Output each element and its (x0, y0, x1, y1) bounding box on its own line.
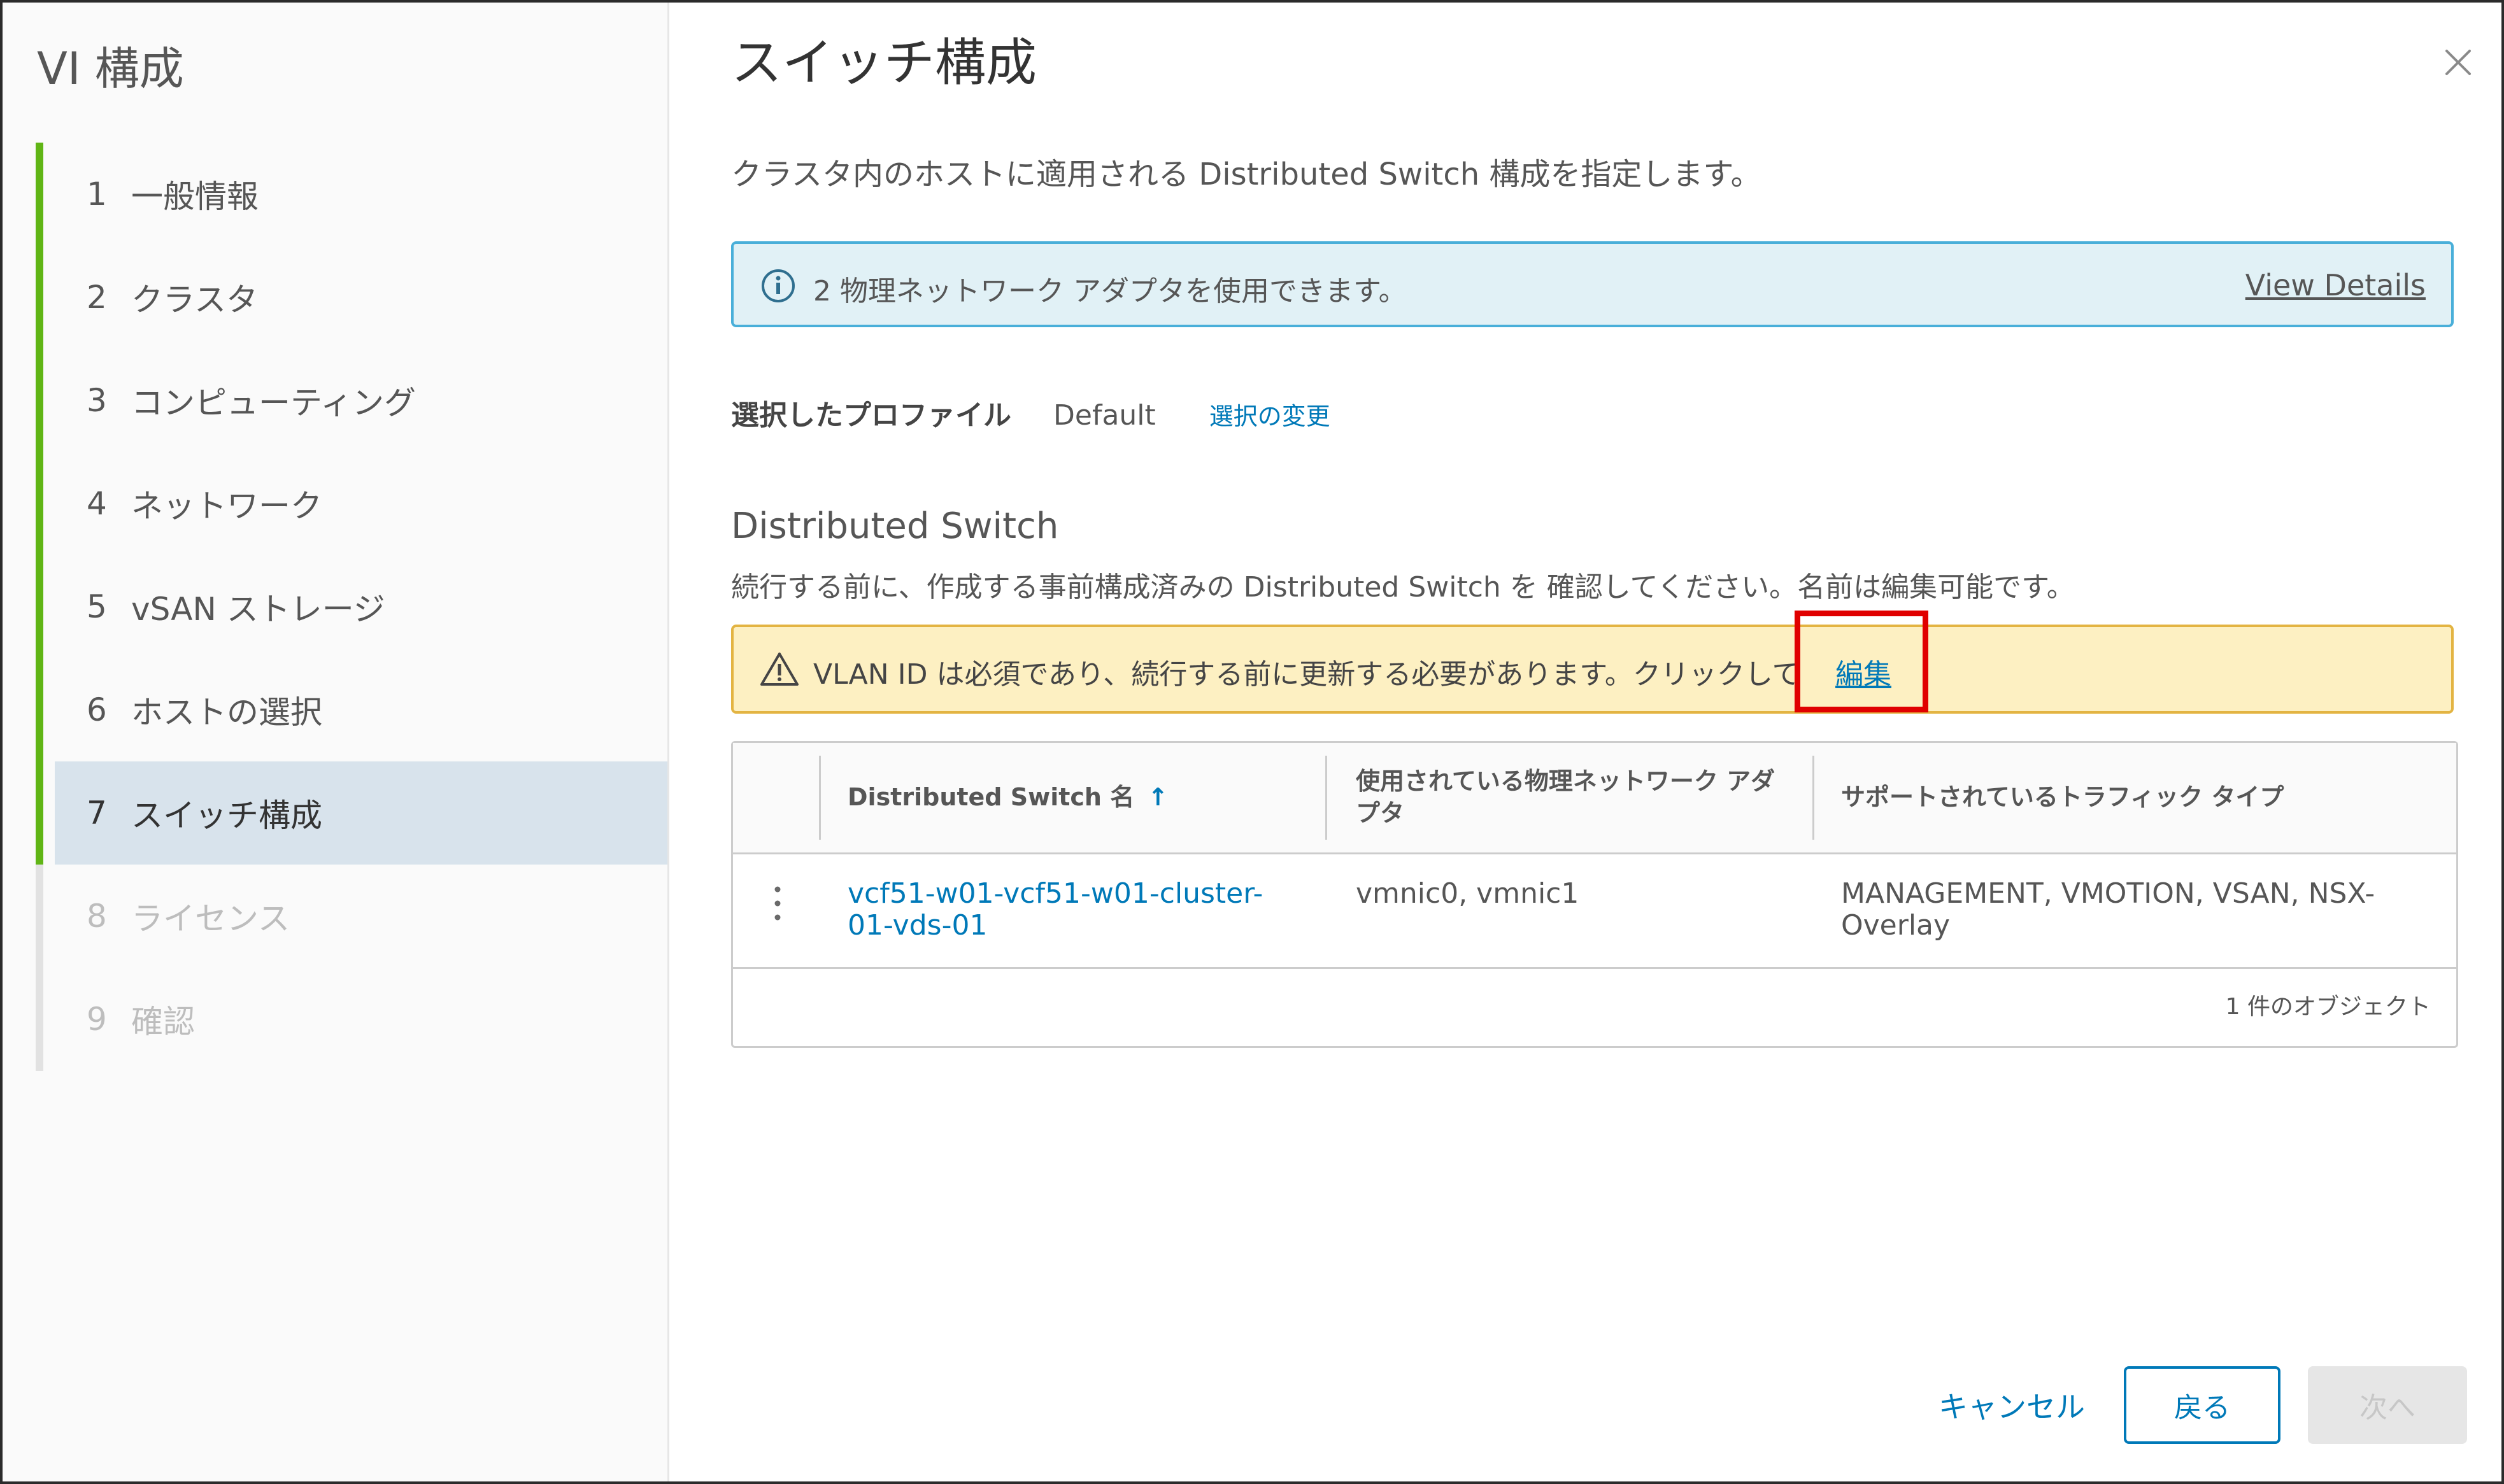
step-label: クラスタ (131, 281, 258, 318)
step-label: ネットワーク (131, 488, 322, 525)
sort-ascending-icon: ↑ (1148, 783, 1169, 811)
next-button: 次へ (2308, 1366, 2467, 1444)
warning-icon (760, 653, 799, 686)
step-compute[interactable]: 3 コンピューティング (36, 349, 667, 452)
info-banner-text: 2 物理ネットワーク アダプタを使用できます。 (813, 275, 1407, 307)
profile-row: 選択したプロファイル Default 選択の変更 (731, 392, 1330, 433)
step-progress-rail (36, 246, 43, 349)
step-label: 確認 (131, 1003, 195, 1040)
section-title: Distributed Switch (731, 505, 1059, 547)
step-progress-rail (36, 452, 43, 555)
step-switch-config[interactable]: 7 スイッチ構成 (36, 761, 667, 865)
step-review: 9 確認 (36, 968, 667, 1071)
warning-banner: VLAN ID は必須であり、続行する前に更新する必要があります。クリックして … (731, 625, 2454, 714)
step-number: 9 (87, 1001, 107, 1038)
distributed-switch-grid: Distributed Switch 名 ↑ 使用されている物理ネットワーク ア… (731, 741, 2458, 1048)
physical-adapters-cell: vmnic0, vmnic1 (1356, 877, 1579, 910)
grid-footer: 1 件のオブジェクト (733, 967, 2456, 1052)
cancel-button[interactable]: キャンセル (1938, 1384, 2085, 1426)
step-progress-rail (36, 658, 43, 761)
step-label: ライセンス (131, 900, 290, 937)
step-number: 4 (87, 485, 107, 522)
column-header-physical-adapters[interactable]: 使用されている物理ネットワーク アダプタ (1356, 765, 1795, 829)
step-license: 8 ライセンス (36, 865, 667, 968)
step-progress-rail (36, 555, 43, 658)
column-separator (1812, 756, 1814, 840)
step-progress-rail (36, 761, 43, 865)
view-details-link[interactable]: View Details (2245, 268, 2426, 302)
step-number: 6 (87, 691, 107, 728)
wizard-content: スイッチ構成 クラスタ内のホストに適用される Distributed Switc… (667, 3, 2501, 1481)
step-vsan-storage[interactable]: 5 vSAN ストレージ (36, 555, 667, 658)
warning-banner-text: VLAN ID は必須であり、続行する前に更新する必要があります。クリックして (813, 658, 1800, 691)
page-title: スイッチ構成 (731, 33, 1037, 92)
step-general-info[interactable]: 1 一般情報 (36, 143, 667, 246)
step-cluster[interactable]: 2 クラスタ (36, 246, 667, 349)
step-number: 5 (87, 588, 107, 625)
step-label: コンピューティング (131, 385, 416, 421)
profile-label: 選択したプロファイル (731, 399, 1011, 432)
step-number: 8 (87, 898, 107, 935)
column-separator (819, 756, 821, 840)
change-profile-link[interactable]: 選択の変更 (1209, 397, 1330, 432)
wizard-title: VI 構成 (37, 43, 184, 95)
step-progress-rail (36, 349, 43, 452)
step-label: ホストの選択 (131, 694, 322, 731)
step-label: スイッチ構成 (131, 797, 322, 834)
profile-value: Default (1053, 399, 1156, 432)
info-banner: 2 物理ネットワーク アダプタを使用できます。 View Details (731, 241, 2454, 327)
step-number: 3 (87, 382, 107, 419)
traffic-types-cell: MANAGEMENT, VMOTION, VSAN, NSX-Overlay (1841, 877, 2375, 942)
step-list: 1 一般情報 2 クラスタ 3 コンピューティング 4 ネットワーク 5 vSA… (36, 143, 667, 1071)
column-header-label: Distributed Switch 名 (848, 783, 1135, 811)
row-actions-icon[interactable] (771, 884, 784, 922)
step-network[interactable]: 4 ネットワーク (36, 452, 667, 555)
step-label: 一般情報 (131, 178, 259, 215)
wizard-dialog: VI 構成 1 一般情報 2 クラスタ 3 コンピューティング 4 ネットワーク (0, 0, 2504, 1484)
step-progress-rail (36, 865, 43, 968)
edit-link[interactable]: 編集 (1835, 651, 1891, 692)
step-number: 2 (87, 279, 107, 316)
column-header-switch-name[interactable]: Distributed Switch 名 ↑ (848, 781, 1168, 813)
column-header-traffic-types[interactable]: サポートされているトラフィック タイプ (1841, 781, 2284, 813)
info-icon (762, 269, 795, 302)
back-button[interactable]: 戻る (2124, 1366, 2280, 1444)
step-host-selection[interactable]: 6 ホストの選択 (36, 658, 667, 761)
wizard-sidebar: VI 構成 1 一般情報 2 クラスタ 3 コンピューティング 4 ネットワーク (3, 3, 669, 1481)
object-count: 1 件のオブジェクト (2225, 994, 2431, 1020)
step-number: 7 (87, 795, 107, 831)
step-number: 1 (87, 176, 107, 213)
section-description: 続行する前に、作成する事前構成済みの Distributed Switch を … (731, 571, 2075, 604)
step-progress-rail (36, 143, 43, 246)
switch-name-link[interactable]: vcf51-w01-vcf51-w01-cluster-01-vds-01 (848, 878, 1293, 942)
close-icon[interactable] (2438, 42, 2479, 83)
page-description: クラスタ内のホストに適用される Distributed Switch 構成を指定… (731, 157, 1761, 192)
column-separator (1325, 756, 1327, 840)
grid-header: Distributed Switch 名 ↑ 使用されている物理ネットワーク ア… (733, 743, 2456, 854)
step-label: vSAN ストレージ (131, 591, 385, 628)
step-progress-rail (36, 968, 43, 1071)
